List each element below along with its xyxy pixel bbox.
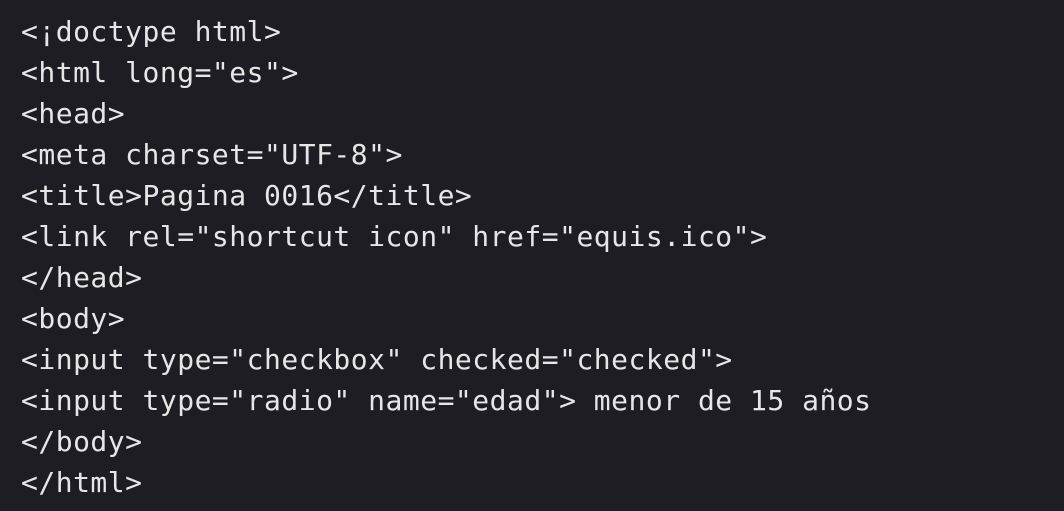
code-line-3: <head> [21,97,126,130]
code-line-5: <title>Pagina 0016</title> [21,179,473,212]
code-line-6: <link rel="shortcut icon" href="equis.ic… [21,220,768,253]
code-line-11: </body> [21,425,143,458]
code-line-8: <body> [21,302,126,335]
code-line-4: <meta charset="UTF-8"> [21,138,403,171]
code-line-12: </html> [21,466,143,499]
code-editor: <¡doctype html> <html long="es"> <head> … [0,0,1064,511]
code-line-2: <html long="es"> [21,56,299,89]
code-line-9: <input type="checkbox" checked="checked"… [21,343,733,376]
code-line-1: <¡doctype html> [21,15,282,48]
code-line-7: </head> [21,261,143,294]
code-line-10: <input type="radio" name="edad"> menor d… [21,384,872,417]
